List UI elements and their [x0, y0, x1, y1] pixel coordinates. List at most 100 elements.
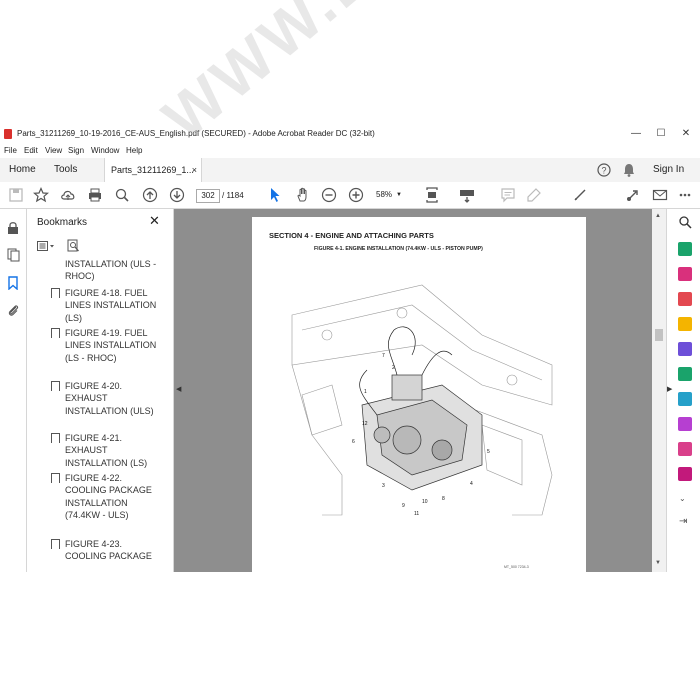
maximize-button[interactable]: ☐ [651, 127, 671, 141]
menu-sign[interactable]: Sign [68, 146, 84, 155]
bookmark-item[interactable]: INSTALLATION (ULS - RHOC) [65, 258, 157, 283]
left-navigation-strip [0, 209, 27, 572]
protect-icon[interactable] [678, 467, 692, 481]
menu-edit[interactable]: Edit [24, 146, 38, 155]
tab-tools[interactable]: Tools [54, 158, 77, 182]
bookmark-icon [51, 288, 60, 299]
save-icon[interactable] [8, 187, 24, 203]
bookmark-icon [51, 433, 60, 444]
page-fit-icon[interactable] [424, 187, 440, 203]
page-number-input[interactable]: 302 [196, 189, 220, 203]
scroll-up-arrow-icon[interactable]: ▲ [655, 213, 661, 219]
select-cursor-icon[interactable] [267, 187, 283, 203]
pdf-app-icon [4, 129, 12, 139]
callout-label: 8 [442, 496, 445, 502]
search-icon[interactable] [114, 187, 130, 203]
bookmark-item[interactable]: FIGURE 4-19. FUEL LINES INSTALLATION (LS… [51, 327, 157, 364]
tab-bar: Home Tools Parts_31211269_1... × ? Sign … [0, 158, 700, 183]
callout-label: 11 [414, 511, 419, 517]
help-icon[interactable]: ? [597, 163, 611, 177]
export-pdf-icon[interactable] [678, 242, 692, 256]
bookmark-icon[interactable] [8, 276, 18, 290]
lock-icon[interactable] [7, 221, 19, 235]
menu-window[interactable]: Window [91, 146, 119, 155]
bell-icon[interactable] [623, 163, 635, 177]
bookmark-item-label: FIGURE 4-21. EXHAUST INSTALLATION (LS) [65, 433, 148, 468]
bookmark-item-label: FIGURE 4-18. FUEL LINES INSTALLATION (LS… [65, 288, 157, 323]
callout-label: 7 [382, 353, 385, 359]
bookmark-icon [51, 539, 60, 550]
page-thumbnails-icon[interactable] [7, 248, 20, 262]
tab-home[interactable]: Home [9, 158, 36, 182]
scan-ocr-icon[interactable] [678, 392, 692, 406]
share-link-icon[interactable] [625, 187, 641, 203]
cloud-upload-icon[interactable] [60, 187, 76, 203]
highlight-pen-icon[interactable] [526, 187, 542, 203]
page-total: / 1184 [222, 191, 244, 200]
next-page-icon[interactable] [169, 187, 185, 203]
tab-document-label: Parts_31211269_1... [111, 165, 194, 175]
keyboard-icon[interactable] [459, 187, 475, 203]
edit-pdf-icon[interactable] [678, 292, 692, 306]
more-tools-chevron-icon[interactable]: ⌄ [679, 494, 686, 503]
collapse-pane-icon[interactable]: ⇥ [679, 516, 687, 527]
callout-label: 1 [364, 389, 367, 395]
previous-page-icon[interactable] [142, 187, 158, 203]
bookmarks-title: Bookmarks [37, 217, 88, 228]
star-icon[interactable] [32, 187, 50, 203]
bookmark-options-icon[interactable] [37, 240, 57, 252]
document-view[interactable]: ◀ SECTION 4 - ENGINE AND ATTACHING PARTS… [174, 209, 666, 572]
menu-view[interactable]: View [45, 146, 62, 155]
bookmark-item[interactable]: FIGURE 4-18. FUEL LINES INSTALLATION (LS… [51, 287, 157, 324]
close-window-button[interactable]: ✕ [676, 127, 696, 141]
bookmark-item-label: FIGURE 4-19. FUEL LINES INSTALLATION (LS… [65, 328, 157, 363]
attachment-icon[interactable] [7, 303, 19, 317]
sign-in-button[interactable]: Sign In [653, 158, 684, 182]
minimize-button[interactable]: — [626, 127, 646, 141]
bookmark-item[interactable]: FIGURE 4-20. EXHAUST INSTALLATION (ULS) [51, 380, 157, 417]
figure-code: MT_500 7234-3 [504, 565, 529, 569]
collapse-left-arrow-icon[interactable]: ◀ [176, 385, 181, 393]
bookmarks-toolbar [35, 239, 173, 255]
zoom-level-select[interactable]: 58% ▼ [376, 189, 402, 201]
bookmark-item-label: FIGURE 4-20. EXHAUST INSTALLATION (ULS) [65, 381, 154, 416]
combine-files-icon[interactable] [678, 342, 692, 356]
more-tools-icon[interactable] [677, 187, 693, 203]
zoom-out-icon[interactable] [321, 187, 337, 203]
close-panel-icon[interactable]: ✕ [149, 213, 160, 229]
scroll-down-arrow-icon[interactable]: ▼ [655, 560, 661, 566]
tab-document[interactable]: Parts_31211269_1... × [104, 158, 202, 183]
zoom-level-value: 58% [376, 190, 393, 199]
callout-label: 5 [487, 449, 490, 455]
comment-icon[interactable] [500, 187, 516, 203]
create-pdf-icon[interactable] [678, 267, 692, 281]
callout-label: 12 [362, 421, 368, 427]
menu-file[interactable]: File [4, 146, 17, 155]
engine-installation-drawing: 1 2 3 4 5 6 7 8 9 10 11 12 [291, 284, 553, 517]
scrollbar-thumb[interactable] [655, 329, 663, 341]
find-bookmark-icon[interactable] [67, 239, 80, 253]
fill-sign-icon[interactable] [678, 417, 692, 431]
email-icon[interactable] [652, 187, 668, 203]
send-for-signature-icon[interactable] [678, 442, 692, 456]
comment-tool-icon[interactable] [678, 317, 692, 331]
collapse-right-arrow-icon[interactable]: ▶ [667, 385, 672, 393]
acrobat-window: Parts_31211269_10-19-2016_CE-AUS_English… [0, 124, 700, 572]
bookmark-icon [51, 328, 60, 339]
zoom-in-icon[interactable] [348, 187, 364, 203]
markup-tools-icon[interactable] [572, 187, 588, 203]
tab-close-icon[interactable]: × [192, 158, 197, 182]
chevron-down-icon: ▼ [396, 192, 402, 198]
hand-icon[interactable] [295, 187, 311, 203]
callout-label: 10 [422, 499, 428, 505]
window-title: Parts_31211269_10-19-2016_CE-AUS_English… [17, 129, 375, 138]
title-bar: Parts_31211269_10-19-2016_CE-AUS_English… [0, 124, 700, 144]
search-icon[interactable] [678, 215, 692, 229]
menu-help[interactable]: Help [126, 146, 142, 155]
bookmark-item[interactable]: FIGURE 4-21. EXHAUST INSTALLATION (LS) [51, 432, 157, 469]
bookmark-item[interactable]: FIGURE 4-23. COOLING PACKAGE [51, 538, 157, 563]
print-icon[interactable] [87, 187, 103, 203]
document-scrollbar[interactable]: ▲ ▼ [652, 209, 666, 572]
organize-pages-icon[interactable] [678, 367, 692, 381]
bookmark-item[interactable]: FIGURE 4-22. COOLING PACKAGE INSTALLATIO… [51, 472, 157, 521]
